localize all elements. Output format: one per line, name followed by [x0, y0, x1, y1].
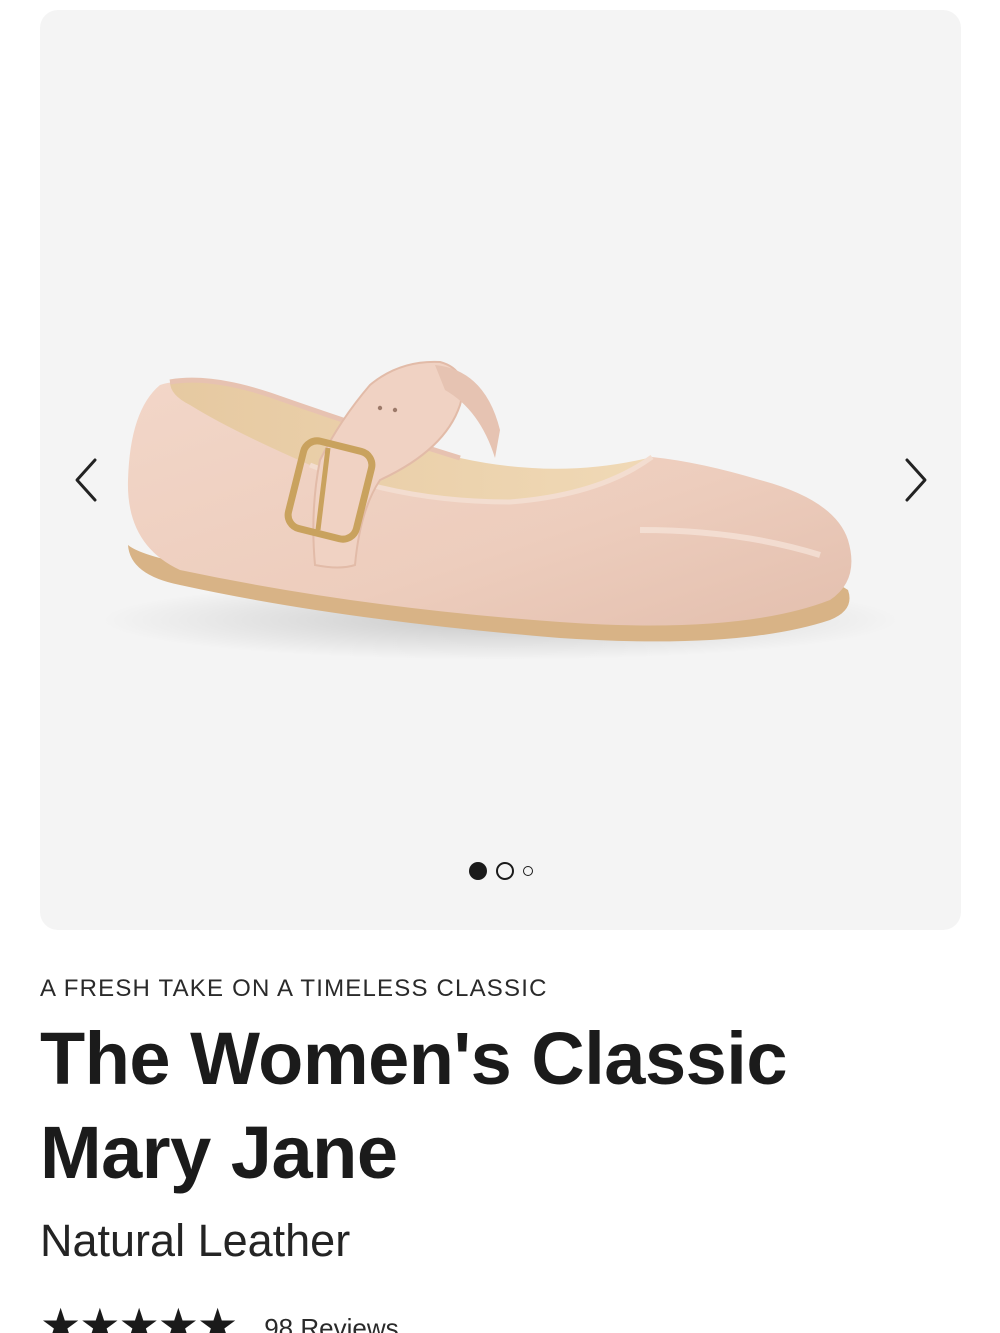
slide-dot-2[interactable]: [495, 862, 514, 880]
product-variant: Natural Leather: [40, 1215, 351, 1266]
slide-indicator: [40, 862, 961, 880]
previous-slide-button[interactable]: [56, 440, 116, 520]
product-page: A FRESH TAKE ON A TIMELESS CLASSIC The W…: [0, 0, 1000, 1333]
chevron-left-icon: [75, 458, 97, 502]
next-slide-button[interactable]: [886, 440, 946, 520]
product-eyebrow: A FRESH TAKE ON A TIMELESS CLASSIC: [40, 975, 548, 1002]
product-title: The Women's Classic Mary Jane: [40, 1017, 787, 1194]
rating-summary[interactable]: ★★★★★ 98 Reviews: [40, 1299, 399, 1333]
chevron-right-icon: [905, 458, 927, 502]
product-image: [100, 360, 900, 660]
slide-dot-1[interactable]: [468, 862, 487, 880]
product-gallery[interactable]: [40, 10, 961, 930]
star-rating-icon: ★★★★★: [40, 1299, 238, 1333]
slide-dot-3[interactable]: [522, 866, 533, 876]
reviews-link[interactable]: 98 Reviews: [264, 1313, 398, 1333]
